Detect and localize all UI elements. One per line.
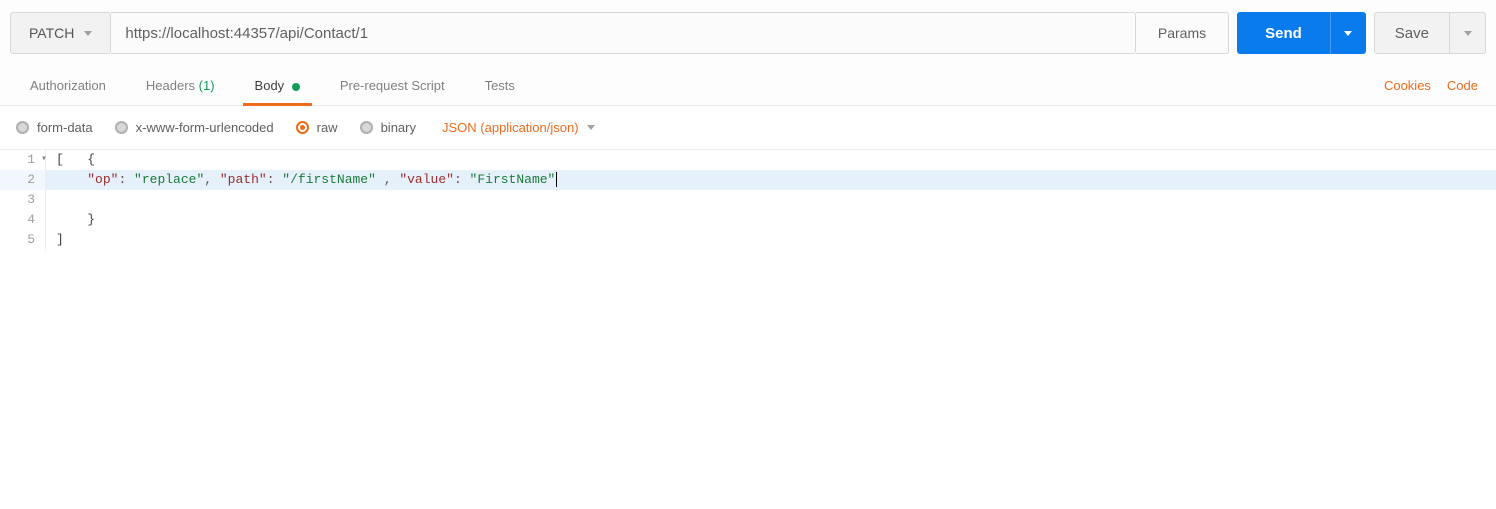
- radio-icon: [296, 121, 309, 134]
- code-line[interactable]: ]: [46, 230, 1496, 250]
- headers-count-badge: (1): [199, 78, 215, 93]
- body-type-options: form-data x-www-form-urlencoded raw bina…: [0, 106, 1496, 149]
- line-number: 2: [0, 170, 46, 190]
- chevron-down-icon: [84, 31, 92, 36]
- content-type-label: JSON (application/json): [442, 120, 579, 135]
- radio-urlencoded-label: x-www-form-urlencoded: [136, 120, 274, 135]
- content-type-dropdown[interactable]: JSON (application/json): [442, 120, 595, 135]
- text-cursor: [556, 172, 557, 187]
- chevron-down-icon: [1344, 31, 1352, 36]
- cookies-link[interactable]: Cookies: [1384, 78, 1431, 93]
- radio-icon: [115, 121, 128, 134]
- request-tabs: Authorization Headers (1) Body Pre-reque…: [0, 66, 1496, 106]
- tab-prerequest[interactable]: Pre-request Script: [320, 66, 465, 105]
- radio-raw[interactable]: raw: [296, 120, 338, 135]
- chevron-down-icon: [587, 125, 595, 130]
- tab-tests[interactable]: Tests: [465, 66, 535, 105]
- fold-icon[interactable]: ▾: [41, 150, 47, 170]
- radio-urlencoded[interactable]: x-www-form-urlencoded: [115, 120, 274, 135]
- code-line[interactable]: "op": "replace", "path": "/firstName" , …: [46, 170, 1496, 190]
- save-dropdown-button[interactable]: [1450, 12, 1486, 54]
- body-editor[interactable]: 1▾ [ { 2 "op": "replace", "path": "/firs…: [0, 149, 1496, 250]
- url-input[interactable]: [111, 12, 1136, 54]
- modified-indicator-icon: [292, 83, 300, 91]
- radio-form-data[interactable]: form-data: [16, 120, 93, 135]
- radio-raw-label: raw: [317, 120, 338, 135]
- params-button[interactable]: Params: [1136, 12, 1229, 54]
- send-dropdown-button[interactable]: [1330, 12, 1366, 54]
- http-method-dropdown[interactable]: PATCH: [10, 12, 111, 54]
- tab-body[interactable]: Body: [235, 66, 320, 105]
- http-method-label: PATCH: [29, 25, 74, 41]
- request-bar: PATCH Params Send Save: [0, 0, 1496, 66]
- tab-authorization[interactable]: Authorization: [10, 66, 126, 105]
- radio-binary[interactable]: binary: [360, 120, 416, 135]
- save-button[interactable]: Save: [1374, 12, 1450, 54]
- save-button-group: Save: [1374, 12, 1486, 54]
- chevron-down-icon: [1464, 31, 1472, 36]
- tabs-right-links: Cookies Code: [1384, 78, 1486, 93]
- radio-form-data-label: form-data: [37, 120, 93, 135]
- line-number: 1▾: [0, 150, 46, 170]
- code-line[interactable]: [46, 190, 1496, 210]
- line-number: 5: [0, 230, 46, 250]
- line-number: 3: [0, 190, 46, 210]
- send-button-group: Send: [1237, 12, 1366, 54]
- line-number: 4: [0, 210, 46, 230]
- code-line[interactable]: }: [46, 210, 1496, 230]
- tab-headers[interactable]: Headers (1): [126, 66, 235, 105]
- radio-icon: [360, 121, 373, 134]
- tab-headers-label: Headers: [146, 78, 195, 93]
- radio-icon: [16, 121, 29, 134]
- send-button[interactable]: Send: [1237, 12, 1330, 54]
- code-link[interactable]: Code: [1447, 78, 1478, 93]
- radio-binary-label: binary: [381, 120, 416, 135]
- tab-body-label: Body: [255, 78, 285, 93]
- code-line[interactable]: [ {: [46, 150, 1496, 170]
